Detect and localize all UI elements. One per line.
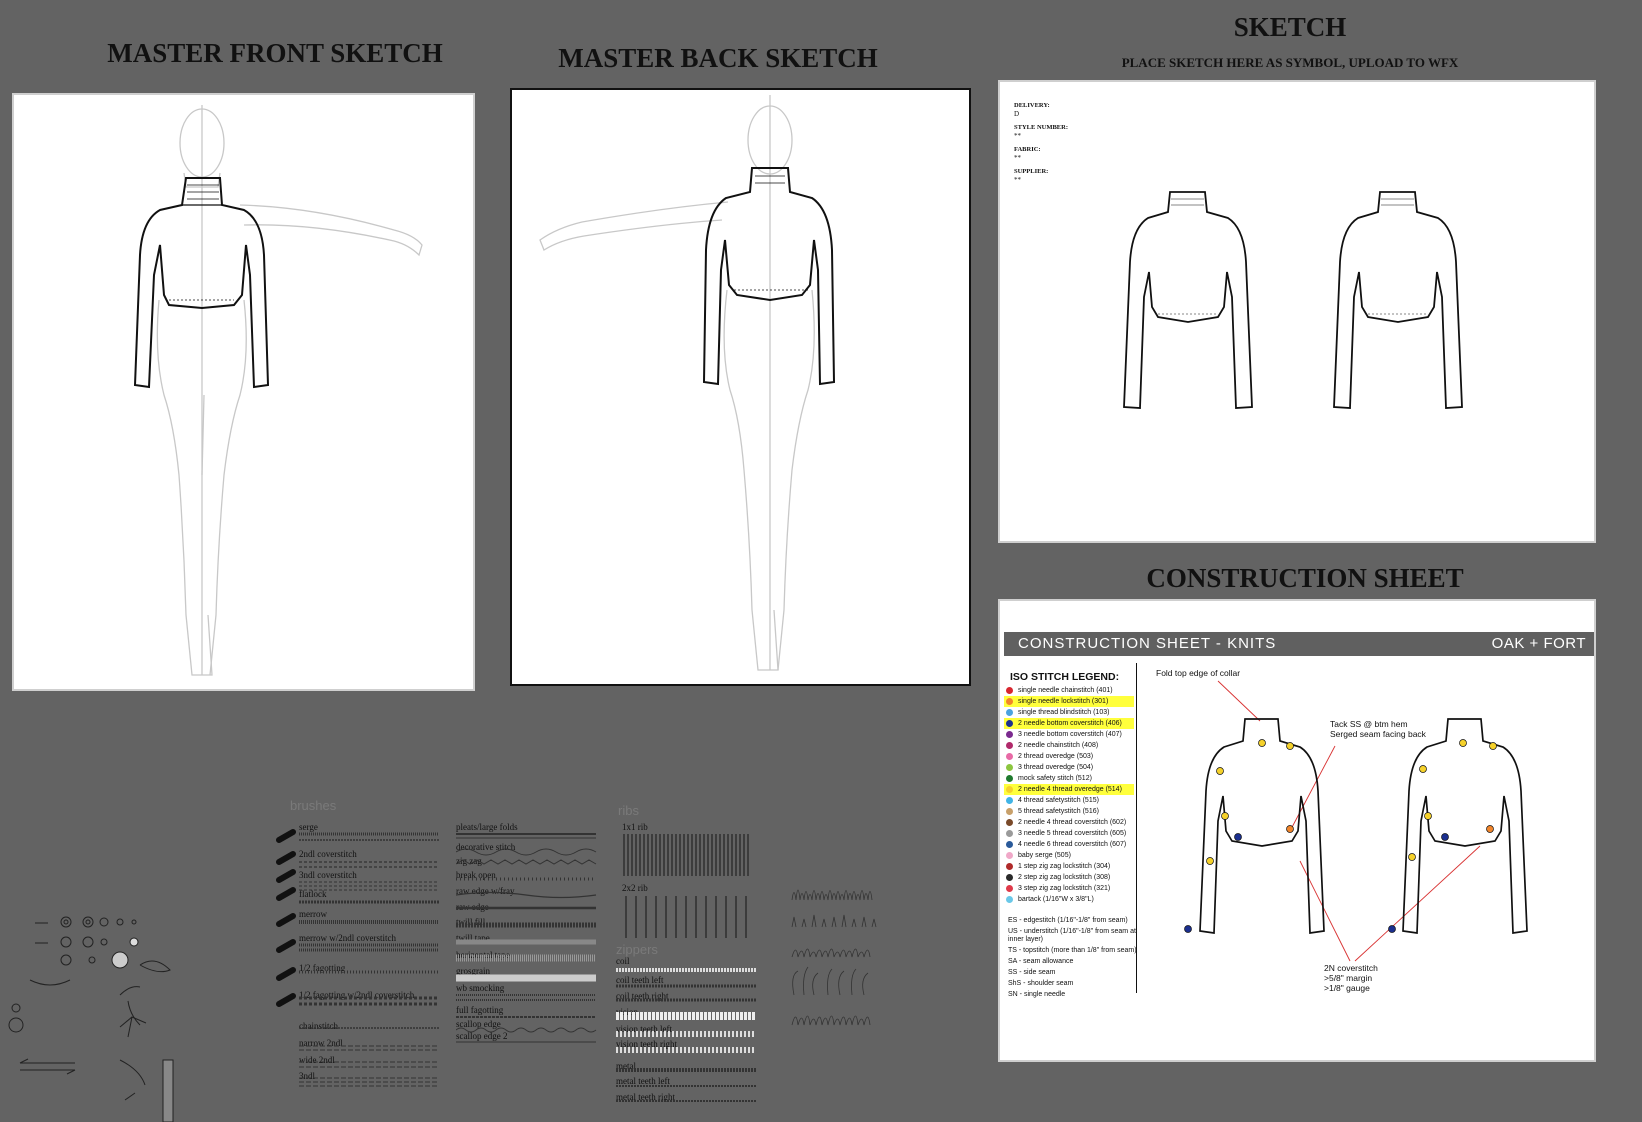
brush-strokes-col1 — [299, 832, 439, 1087]
brushes-swatch-icons — [275, 828, 299, 1023]
fringe-texture-swatches — [791, 889, 877, 1026]
front-croquis-figure — [133, 105, 423, 676]
ribs-title: ribs — [618, 803, 639, 818]
zippers-title: zippers — [616, 942, 658, 957]
construction-heading: CONSTRUCTION SHEET — [1146, 563, 1464, 593]
sketch-artboard[interactable]: DELIVERY: D STYLE NUMBER: ** FABRIC: ** SUP… — [998, 80, 1596, 543]
front-sketch-heading: MASTER FRONT SKETCH — [107, 38, 443, 68]
brush-pleats[interactable]: pleats/large folds — [456, 822, 518, 832]
zipper-coil[interactable]: coil — [616, 956, 630, 966]
sketch-garment-flats — [1123, 191, 1463, 409]
brush-strokes-col2 — [456, 833, 597, 1043]
symbol-swatches — [8, 916, 174, 1122]
construction-garment-flats — [1184, 680, 1528, 962]
back-croquis-figure — [539, 95, 836, 671]
back-sketch-artboard[interactable] — [510, 88, 971, 686]
rib-swatches — [623, 834, 749, 938]
back-sketch-heading: MASTER BACK SKETCH — [558, 43, 878, 73]
sketch-heading: SKETCH — [1233, 12, 1347, 42]
zipper-swatches — [616, 968, 756, 1102]
construction-artboard[interactable]: CONSTRUCTION SHEET - KNITS OAK + FORT IS… — [998, 599, 1596, 1062]
brushes-title: brushes — [290, 798, 337, 813]
sketch-subheading: PLACE SKETCH HERE AS SYMBOL, UPLOAD TO W… — [1121, 55, 1459, 70]
rib-1x1[interactable]: 1x1 rib — [622, 822, 648, 832]
front-sketch-artboard[interactable] — [12, 93, 475, 691]
